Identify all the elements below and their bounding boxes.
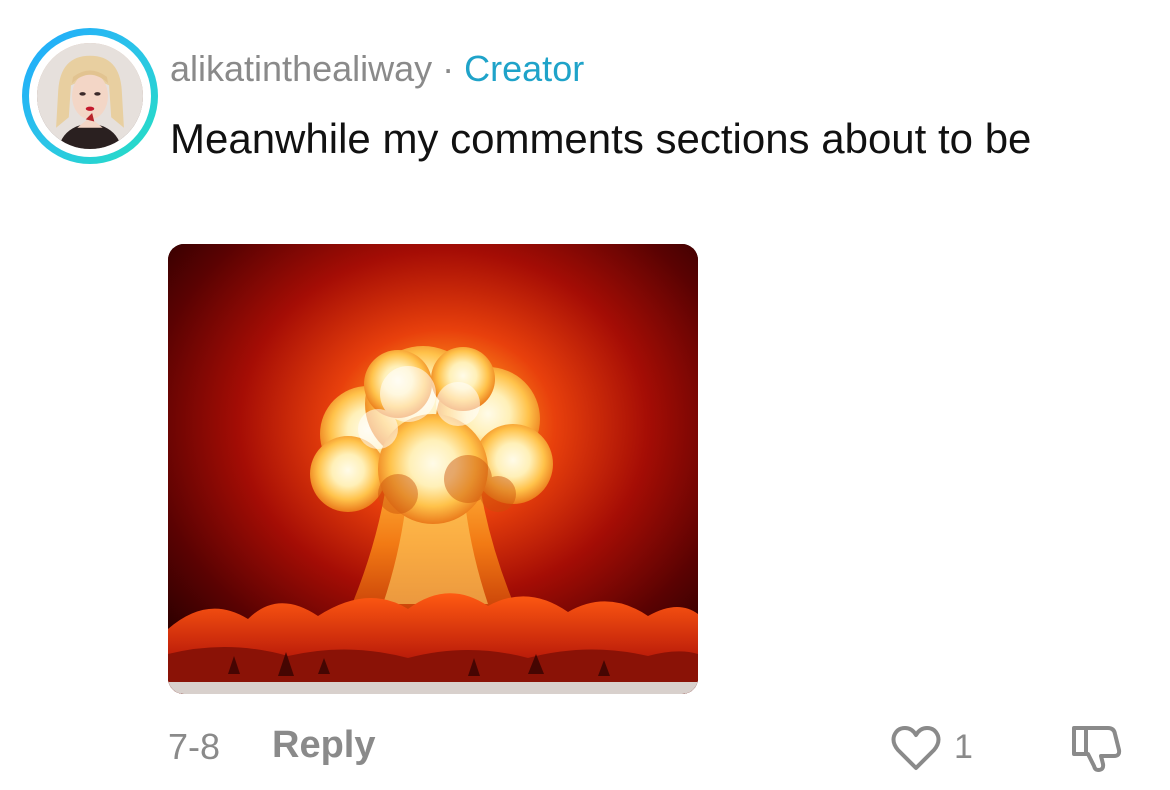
comment-date: 7-8 <box>168 726 221 767</box>
creator-badge: Creator <box>464 48 585 89</box>
separator-dot: · <box>442 48 455 89</box>
reply-button[interactable]: Reply <box>272 724 375 767</box>
avatar <box>37 43 143 149</box>
heart-outline-icon[interactable] <box>890 724 942 772</box>
explosion-image <box>168 244 698 694</box>
avatar-ring[interactable] <box>22 28 158 164</box>
comment-image[interactable] <box>168 244 698 694</box>
avatar-frame <box>29 35 151 157</box>
thumbs-down-icon[interactable] <box>1068 722 1124 774</box>
avatar-portrait <box>37 43 143 149</box>
username[interactable]: alikatinthealiway <box>170 48 432 90</box>
comment-header: alikatinthealiway · Creator <box>170 48 584 90</box>
comment-footer: 7-8 Reply 1 <box>0 720 1170 776</box>
comment-text: Meanwhile my comments sections about to … <box>170 115 1032 162</box>
like-count: 1 <box>954 728 973 766</box>
